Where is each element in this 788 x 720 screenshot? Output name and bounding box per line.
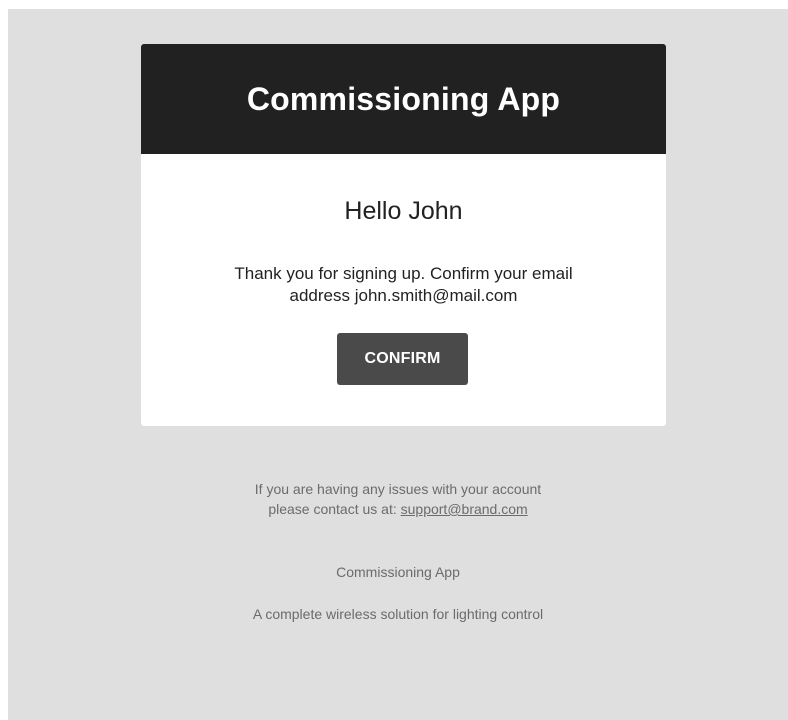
support-email-link[interactable]: support@brand.com <box>401 501 528 517</box>
message-line-2: address john.smith@mail.com <box>289 286 518 305</box>
email-background: Commissioning App Hello John Thank you f… <box>8 9 788 720</box>
card-header: Commissioning App <box>141 44 666 154</box>
confirmation-message: Thank you for signing up. Confirm your e… <box>141 263 666 307</box>
app-title: Commissioning App <box>246 80 561 117</box>
confirm-button[interactable]: CONFIRM <box>337 333 468 385</box>
support-prefix: please contact us at: <box>268 501 401 517</box>
message-line-1: Thank you for signing up. Confirm your e… <box>234 264 573 283</box>
footer-app-name: Commissioning App <box>336 564 460 580</box>
footer-tagline: A complete wireless solution for lightin… <box>252 606 544 622</box>
support-text: If you are having any issues with your a… <box>8 479 788 519</box>
support-line-2: please contact us at: support@brand.com <box>8 499 788 519</box>
email-card: Commissioning App Hello John Thank you f… <box>141 44 666 426</box>
support-line-1: If you are having any issues with your a… <box>254 481 542 497</box>
greeting: Hello John <box>344 197 463 225</box>
